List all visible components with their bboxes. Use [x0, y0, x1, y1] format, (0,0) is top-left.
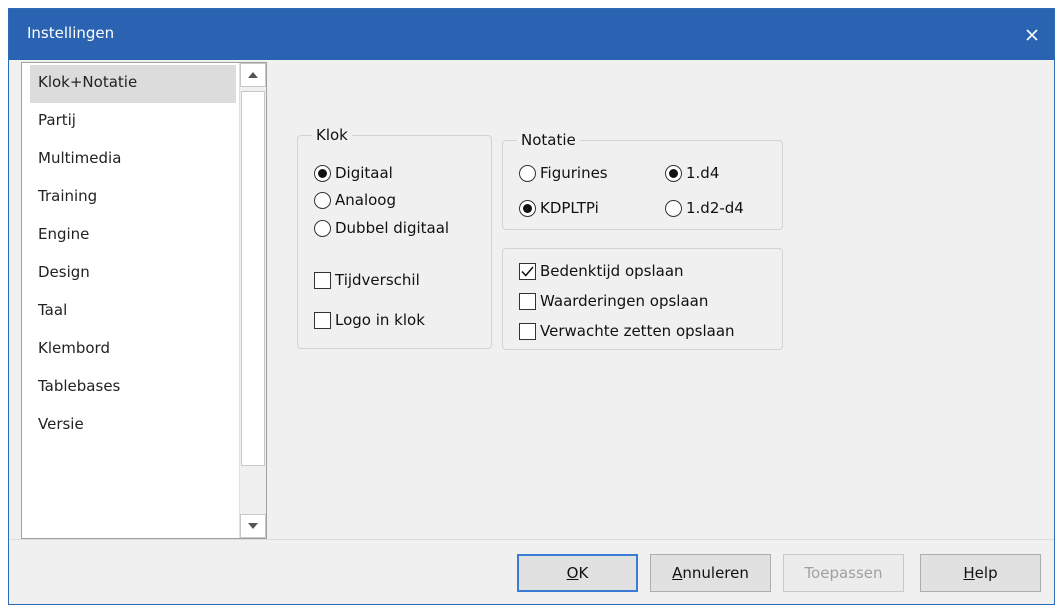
checkbox-verwachte-zetten-opslaan[interactable]: Verwachte zetten opslaan: [519, 322, 735, 340]
close-button[interactable]: [1010, 9, 1054, 60]
radio-label: Analoog: [335, 191, 397, 209]
radio-indicator[interactable]: [519, 164, 536, 182]
scroll-thumb[interactable]: [241, 91, 265, 466]
close-icon: [1026, 28, 1038, 41]
list-item-klembord[interactable]: Klembord: [30, 331, 236, 369]
checkbox-label: Tijdverschil: [335, 271, 420, 289]
radio-label: KDPLTPi: [540, 199, 599, 217]
klok-group: Klok Digitaal Analoog Dubbel digitaal Ti…: [297, 126, 492, 349]
list-item-engine[interactable]: Engine: [30, 217, 236, 255]
radio-indicator[interactable]: [665, 199, 682, 217]
radio-indicator[interactable]: [314, 164, 331, 182]
checkbox-label: Verwachte zetten opslaan: [540, 322, 735, 340]
scroll-up-button[interactable]: [240, 63, 266, 87]
list-item-versie[interactable]: Versie: [30, 407, 236, 445]
checkbox-indicator[interactable]: [314, 311, 331, 329]
checkbox-logo-in-klok[interactable]: Logo in klok: [314, 311, 425, 329]
arrow-down-icon: [248, 523, 258, 529]
radio-indicator[interactable]: [519, 199, 536, 217]
checkbox-label: Bedenktijd opslaan: [540, 262, 684, 280]
arrow-up-icon: [248, 72, 258, 78]
checkbox-bedenktijd-opslaan[interactable]: Bedenktijd opslaan: [519, 262, 684, 280]
list-item-training[interactable]: Training: [30, 179, 236, 217]
list-scrollbar[interactable]: [239, 63, 266, 538]
window-title: Instellingen: [27, 24, 115, 42]
list-item-multimedia[interactable]: Multimedia: [30, 141, 236, 179]
radio-1-d2-d4[interactable]: 1.d2-d4: [665, 199, 744, 217]
list-item-taal[interactable]: Taal: [30, 293, 236, 331]
radio-label: Digitaal: [335, 164, 393, 182]
checkbox-indicator[interactable]: [519, 322, 536, 340]
help-button[interactable]: Help: [920, 554, 1041, 592]
cancel-button[interactable]: Annuleren: [650, 554, 771, 592]
radio-digitaal[interactable]: Digitaal: [314, 164, 393, 182]
ok-button-mnemonic: O: [566, 564, 579, 582]
radio-indicator[interactable]: [665, 164, 682, 182]
radio-dubbel-digitaal[interactable]: Dubbel digitaal: [314, 219, 449, 237]
radio-label: Figurines: [540, 164, 608, 182]
checkbox-indicator[interactable]: [314, 271, 331, 289]
list-item-klok-notatie[interactable]: Klok+Notatie: [30, 65, 236, 103]
notatie-group: Notatie Figurines KDPLTPi 1.d4 1.d2-d4: [502, 131, 783, 230]
klok-legend: Klok: [312, 126, 352, 144]
apply-button-label: Toepassen: [804, 564, 883, 582]
checkbox-label: Logo in klok: [335, 311, 425, 329]
radio-indicator[interactable]: [314, 219, 331, 237]
cancel-button-mnemonic: A: [672, 564, 683, 582]
opslaan-group: Bedenktijd opslaan Waarderingen opslaan …: [502, 248, 783, 350]
ok-button-label-rest: K: [578, 564, 589, 582]
footer-divider: [9, 539, 1054, 540]
radio-analoog[interactable]: Analoog: [314, 191, 396, 209]
ok-button[interactable]: OK: [517, 554, 638, 592]
list-item-tablebases[interactable]: Tablebases: [30, 369, 236, 407]
list-item-partij[interactable]: Partij: [30, 103, 236, 141]
radio-1-d4[interactable]: 1.d4: [665, 164, 719, 182]
radio-label: Dubbel digitaal: [335, 219, 450, 237]
notatie-legend: Notatie: [517, 131, 580, 149]
cancel-button-label-rest: nnuleren: [682, 564, 749, 582]
radio-label: 1.d4: [686, 164, 720, 182]
list-item-design[interactable]: Design: [30, 255, 236, 293]
radio-indicator[interactable]: [314, 191, 331, 209]
radio-label: 1.d2-d4: [686, 199, 744, 217]
checkbox-label: Waarderingen opslaan: [540, 292, 709, 310]
radio-kdpltpi[interactable]: KDPLTPi: [519, 199, 599, 217]
checkbox-indicator[interactable]: [519, 292, 536, 310]
help-button-label-rest: elp: [974, 564, 998, 582]
checkmark-icon: [521, 266, 534, 277]
apply-button[interactable]: Toepassen: [783, 554, 904, 592]
checkbox-waarderingen-opslaan[interactable]: Waarderingen opslaan: [519, 292, 708, 310]
scroll-down-button[interactable]: [240, 514, 266, 538]
title-bar: Instellingen: [9, 9, 1054, 60]
category-list[interactable]: Klok+Notatie Partij Multimedia Training …: [21, 62, 267, 539]
checkbox-tijdverschil[interactable]: Tijdverschil: [314, 271, 420, 289]
checkbox-indicator[interactable]: [519, 262, 536, 280]
settings-dialog: Instellingen Klok+Notatie Partij Multime…: [8, 8, 1055, 605]
radio-figurines[interactable]: Figurines: [519, 164, 608, 182]
help-button-mnemonic: H: [963, 564, 975, 582]
